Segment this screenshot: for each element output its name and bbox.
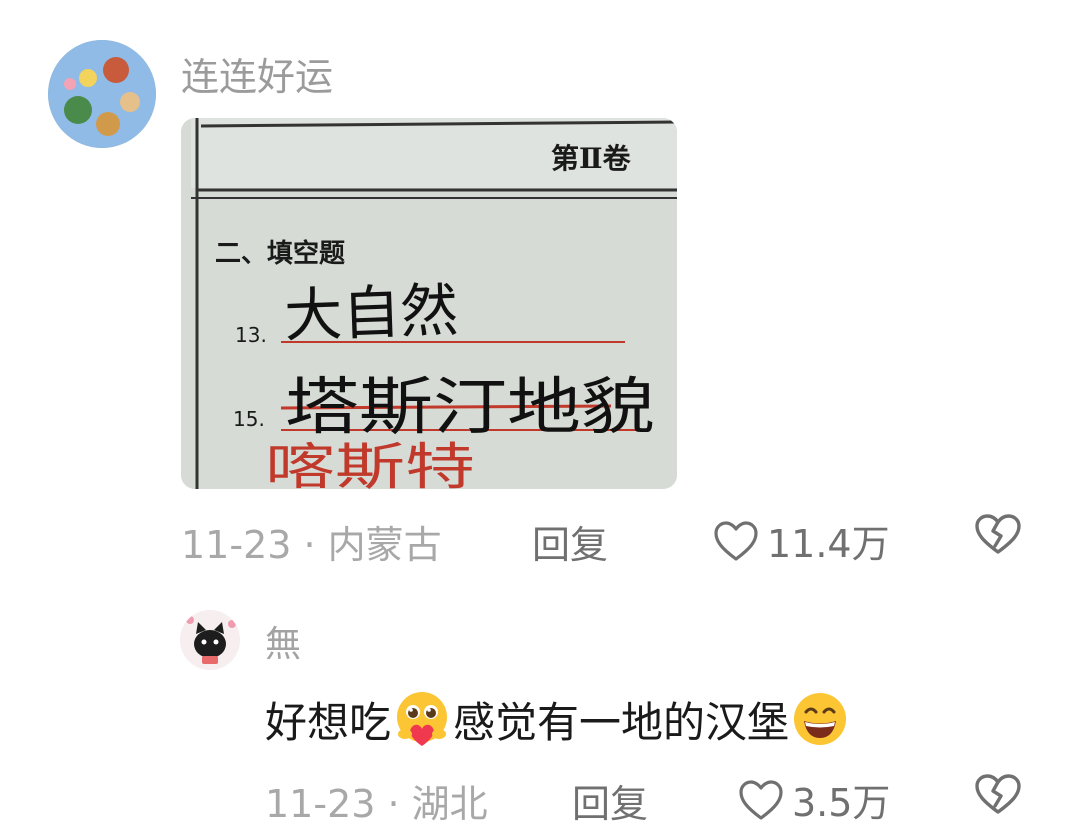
q15-answer: 塔斯汀地貌: [285, 370, 655, 443]
heart-outline-icon: [714, 520, 758, 561]
heart-outline-icon: [739, 779, 783, 820]
broken-heart-icon: [975, 514, 1021, 554]
reply-text-part2: 感觉有一地的汉堡: [453, 697, 790, 747]
comment-image[interactable]: 第Ⅱ卷 二、填空题 13. 大自然 15. 塔斯汀地貌 喀斯特: [181, 118, 677, 489]
q15-correction: 喀斯特: [265, 438, 475, 489]
exam-header: 第Ⅱ卷: [551, 142, 632, 175]
reply-dislike-button[interactable]: [974, 772, 1022, 820]
dislike-button[interactable]: [974, 512, 1022, 560]
q15-number: 15.: [233, 407, 265, 431]
q13-number: 13.: [235, 323, 267, 347]
comment-date: 11-23: [181, 523, 292, 567]
reply-text: 好想吃 感觉有一地的汉堡: [265, 688, 851, 750]
reply-reply-button[interactable]: 回复: [572, 773, 648, 828]
reply-text-part1: 好想吃: [265, 697, 392, 747]
reply-button[interactable]: 回复: [532, 514, 608, 569]
meta-separator: ·: [375, 782, 412, 826]
exam-section: 二、填空题: [215, 238, 345, 269]
pleading-face-holding-heart-icon: [397, 692, 448, 746]
reply-meta: 11-23 · 湖北: [265, 773, 488, 828]
reply-avatar[interactable]: [180, 610, 240, 670]
commenter-avatar[interactable]: [48, 40, 156, 148]
reply-username[interactable]: 無: [265, 615, 301, 667]
broken-heart-icon: [975, 774, 1021, 814]
reply-location: 湖北: [411, 782, 488, 826]
reply-date: 11-23: [265, 782, 376, 826]
meta-separator: ·: [291, 523, 328, 567]
q13-answer: 大自然: [283, 276, 459, 350]
comment-location: 内蒙古: [327, 523, 442, 567]
comment-meta: 11-23 · 内蒙古: [181, 514, 442, 569]
like-button[interactable]: 11.4万: [713, 513, 890, 568]
grinning-face-icon: [794, 693, 847, 745]
commenter-username[interactable]: 连连好运: [181, 46, 333, 101]
like-count: 11.4万: [767, 522, 890, 566]
